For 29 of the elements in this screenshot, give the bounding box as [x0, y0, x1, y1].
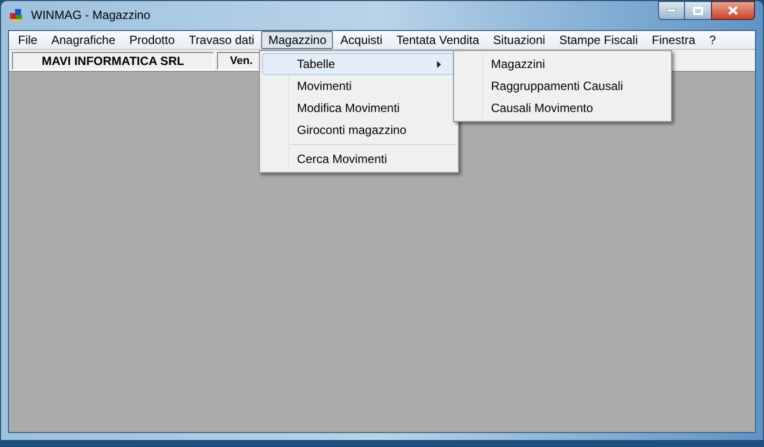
menu-bar-item[interactable]: Magazzino — [261, 31, 334, 49]
menu-bar-item[interactable]: Tentata Vendita — [389, 31, 486, 49]
menu-bar-item[interactable]: Prodotto — [122, 31, 182, 49]
menu-bar-item[interactable]: Stampe Fiscali — [552, 31, 645, 49]
window-title: WINMAG - Magazzino — [31, 7, 150, 24]
menu-bar-item[interactable]: Finestra — [644, 31, 702, 49]
maximize-icon — [693, 6, 703, 14]
menu-bar-item[interactable]: File — [11, 31, 44, 49]
menu-item[interactable]: Modifica Movimenti — [262, 97, 456, 119]
menu-item[interactable]: Movimenti — [262, 75, 456, 97]
menu-bar-item[interactable]: Travaso dati — [182, 31, 262, 49]
submenu-arrow-icon — [437, 60, 441, 68]
menu-item[interactable]: Causali Movimento — [456, 97, 669, 119]
app-icon — [9, 7, 25, 23]
maximize-button[interactable] — [685, 1, 711, 20]
menu-item[interactable]: Tabelle — [262, 53, 456, 75]
menu-bar-item[interactable]: Acquisti — [333, 31, 390, 49]
close-icon — [728, 6, 738, 15]
menu-bar-item[interactable]: ? — [702, 31, 723, 49]
menu-bar-item[interactable]: Anagrafiche — [44, 31, 122, 49]
close-button[interactable] — [711, 1, 755, 20]
menu-item[interactable]: Giroconti magazzino — [262, 119, 456, 141]
minimize-button[interactable] — [658, 1, 685, 20]
menu-item[interactable]: Cerca Movimenti — [262, 148, 456, 170]
company-panel: MAVI INFORMATICA SRL — [12, 52, 214, 70]
menu-item[interactable]: Magazzini — [456, 53, 669, 75]
menu-item[interactable]: Raggruppamenti Causali — [456, 75, 669, 97]
menu-bar-item[interactable]: Situazioni — [486, 31, 552, 49]
minimize-icon — [667, 9, 676, 12]
